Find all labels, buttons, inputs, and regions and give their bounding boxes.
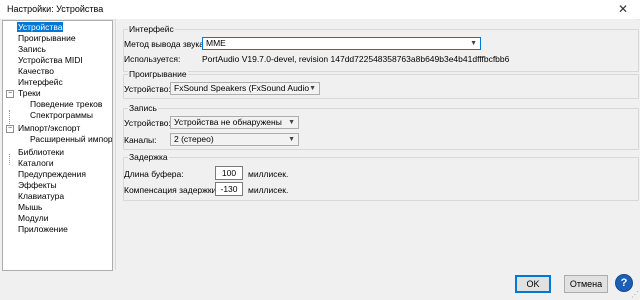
tree-item-label: Предупреждения [18,169,86,179]
tree-item-import-export[interactable]: Импорт/экспорт [17,123,81,134]
cancel-button[interactable]: Отмена [564,275,608,293]
recording-device-select[interactable]: Устройства не обнаружены ▼ [170,116,299,129]
latency-compensation-label: Компенсация задержки: [124,185,219,195]
tree-item-label: Треки [18,88,41,98]
tree-item-label: Импорт/экспорт [18,123,81,133]
tree-item-label: Спектрограммы [30,110,93,120]
recording-device-label: Устройство: [124,118,171,128]
tree-item-label: Устройства [17,22,64,32]
chevron-down-icon: ▼ [288,136,295,143]
channels-select[interactable]: 2 (стерео) ▼ [170,133,299,146]
chevron-down-icon: ▼ [309,85,316,92]
buffer-length-input[interactable]: 100 [215,166,243,180]
tree-item-label: Клавиатура [18,191,65,201]
tree-item-label: Проигрывание [18,33,76,43]
tree-item-label: Интерфейс [18,77,63,87]
playback-device-select[interactable]: FxSound Speakers (FxSound Audio ▼ [170,82,320,95]
tree-item-interface[interactable]: Интерфейс [17,77,64,88]
playback-group: Проигрывание Устройство: FxSound Speaker… [123,69,639,99]
host-label: Метод вывода звука: [124,39,207,49]
latency-group: Задержка Длина буфера: 100 миллисек. Ком… [123,152,639,201]
tree-item-label: Каталоги [18,158,54,168]
channels-value: 2 (стерео) [174,134,214,144]
tree-item-application[interactable]: Приложение [17,224,69,235]
title-bar: Настройки: Устройства ✕ [0,0,640,20]
settings-panel: Интерфейс Метод вывода звука: MME ▼ Испо… [115,19,639,270]
tree-item-mouse[interactable]: Мышь [17,202,43,213]
tree-item-label: Поведение треков [30,99,103,109]
tree-item-track-behaviors[interactable]: Поведение треков [29,99,103,110]
uses-value: PortAudio V19.7.0-devel, revision 147dd7… [202,54,510,64]
tree-item-label: Качество [18,66,54,76]
tree-item-tracks[interactable]: Треки [17,88,42,99]
group-heading: Запись [128,103,158,114]
tree-item-warnings[interactable]: Предупреждения [17,169,87,180]
close-icon[interactable]: ✕ [606,0,640,19]
group-heading: Интерфейс [128,24,175,35]
tree-item-playback[interactable]: Проигрывание [17,33,77,44]
tree-item-effects[interactable]: Эффекты [17,180,58,191]
tree-item-devices[interactable]: Устройства [17,22,64,33]
tree-item-modules[interactable]: Модули [17,213,49,224]
group-heading: Проигрывание [128,69,188,80]
buffer-unit: миллисек. [248,169,289,179]
tree-item-label: Запись [18,44,46,54]
collapse-icon[interactable]: − [6,90,14,98]
uses-label: Используется: [124,54,181,64]
ok-button[interactable]: OK [515,275,551,293]
tree-item-extended-import[interactable]: Расширенный импорт [29,134,113,145]
help-icon: ? [620,277,628,289]
tree-item-label: Модули [18,213,49,223]
chevron-down-icon: ▼ [470,40,477,47]
tree-guide-line [9,154,10,165]
host-select[interactable]: MME ▼ [202,37,481,50]
tree-item-recording[interactable]: Запись [17,44,47,55]
playback-device-value: FxSound Speakers (FxSound Audio [174,83,310,93]
buffer-label: Длина буфера: [124,169,184,179]
tree-item-libraries[interactable]: Библиотеки [17,147,65,158]
tree-item-midi-devices[interactable]: Устройства MIDI [17,55,84,66]
compensation-unit: миллисек. [248,185,289,195]
channels-label: Каналы: [124,135,157,145]
tree-item-directories[interactable]: Каталоги [17,158,55,169]
playback-device-label: Устройство: [124,84,171,94]
tree-item-label: Эффекты [18,180,57,190]
category-tree[interactable]: Устройства Проигрывание Запись Устройств… [2,20,113,271]
tree-item-label: Мышь [18,202,43,212]
tree-item-spectrograms[interactable]: Спектрограммы [29,110,94,121]
collapse-icon[interactable]: − [6,125,14,133]
tree-item-keyboard[interactable]: Клавиатура [17,191,65,202]
window-title: Настройки: Устройства [7,4,104,14]
group-heading: Задержка [128,152,169,163]
host-value: MME [206,38,226,48]
tree-item-label: Расширенный импорт [30,134,113,144]
recording-device-value: Устройства не обнаружены [174,117,282,127]
tree-item-label: Устройства MIDI [18,55,83,65]
tree-item-label: Библиотеки [18,147,65,157]
resize-grip-icon[interactable]: ⋰ [631,291,639,299]
tree-item-label: Приложение [18,224,68,234]
tree-item-quality[interactable]: Качество [17,66,55,77]
chevron-down-icon: ▼ [288,119,295,126]
latency-compensation-input[interactable]: -130 [215,182,243,196]
recording-group: Запись Устройство: Устройства не обнаруж… [123,103,639,150]
interface-group: Интерфейс Метод вывода звука: MME ▼ Испо… [123,24,639,72]
